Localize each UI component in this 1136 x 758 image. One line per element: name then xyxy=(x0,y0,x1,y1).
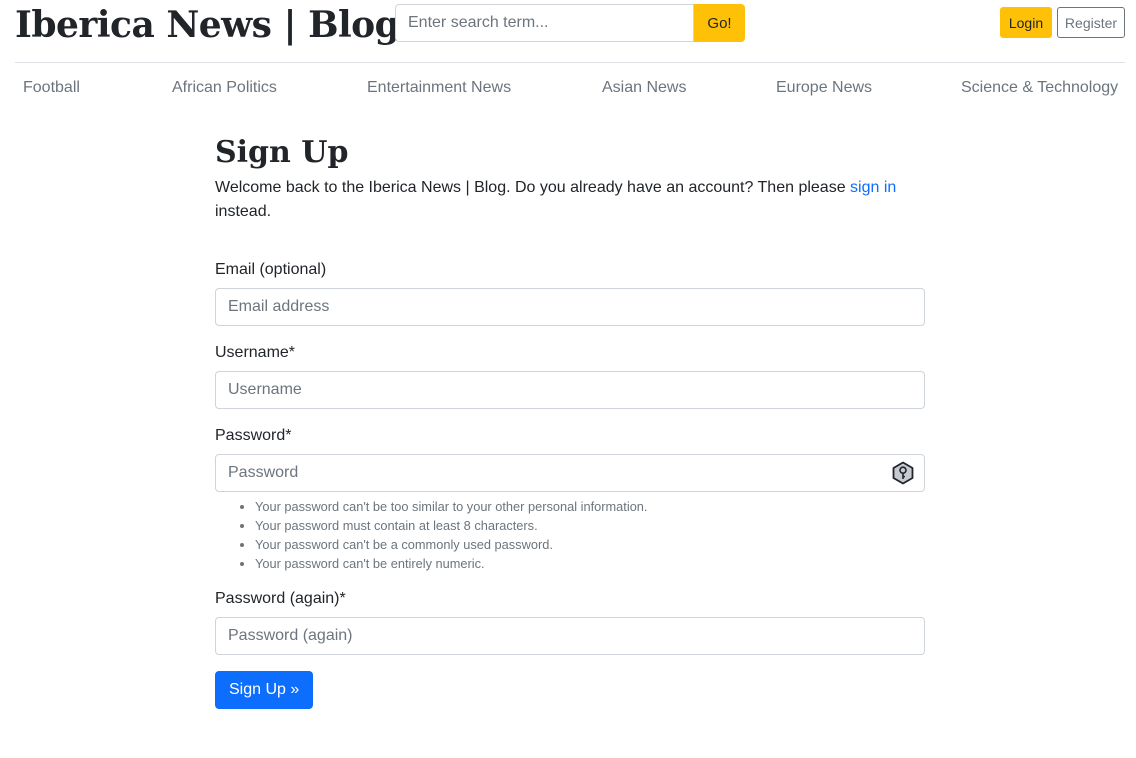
search-go-button[interactable]: Go! xyxy=(694,4,745,42)
register-button[interactable]: Register xyxy=(1057,7,1125,38)
nav-link-football[interactable]: Football xyxy=(23,76,80,100)
username-group: Username* xyxy=(215,341,925,409)
password-manager-key-icon[interactable] xyxy=(891,461,915,485)
nav-link-african-politics[interactable]: African Politics xyxy=(172,76,277,100)
password-label: Password* xyxy=(215,427,292,444)
password-field-wrap xyxy=(215,454,925,492)
nav-link-europe-news[interactable]: Europe News xyxy=(776,76,872,100)
site-brand[interactable]: Iberica News | Blog xyxy=(15,4,400,46)
password-help-item: Your password can't be a commonly used p… xyxy=(255,535,925,554)
signup-form: Email (optional) Username* Password* xyxy=(215,258,925,709)
email-label: Email (optional) xyxy=(215,261,327,278)
search-form: Go! xyxy=(395,4,745,42)
intro-text-main: Welcome back to the Iberica News | Blog.… xyxy=(215,179,851,196)
username-field[interactable] xyxy=(215,371,925,409)
password-field[interactable] xyxy=(215,454,925,492)
search-input[interactable] xyxy=(395,4,694,42)
password-help-item: Your password can't be too similar to yo… xyxy=(255,497,925,516)
header-divider xyxy=(15,62,1125,63)
password-again-field-wrap xyxy=(215,617,925,655)
email-group: Email (optional) xyxy=(215,258,925,326)
page-title: Sign Up xyxy=(215,135,349,170)
sign-up-button[interactable]: Sign Up » xyxy=(215,671,314,709)
nav-link-entertainment-news[interactable]: Entertainment News xyxy=(367,76,511,100)
sign-in-link[interactable]: sign in xyxy=(850,179,896,196)
password-help-item: Your password must contain at least 8 ch… xyxy=(255,516,925,535)
email-field-wrap xyxy=(215,288,925,326)
password-group: Password* Your password can't be too sim… xyxy=(215,424,925,573)
signup-section: Sign Up Welcome back to the Iberica News… xyxy=(215,134,925,709)
login-button[interactable]: Login xyxy=(1000,7,1052,38)
password-help-list: Your password can't be too similar to yo… xyxy=(215,497,925,573)
username-label: Username* xyxy=(215,344,296,361)
password-help-item: Your password can't be entirely numeric. xyxy=(255,554,925,573)
password-again-group: Password (again)* xyxy=(215,587,925,655)
nav-link-asian-news[interactable]: Asian News xyxy=(602,76,686,100)
email-field[interactable] xyxy=(215,288,925,326)
intro-text-suffix: instead. xyxy=(215,203,272,220)
intro-text: Welcome back to the Iberica News | Blog.… xyxy=(215,176,925,224)
username-field-wrap xyxy=(215,371,925,409)
password-again-field[interactable] xyxy=(215,617,925,655)
password-again-label: Password (again)* xyxy=(215,590,346,607)
category-nav: Football African Politics Entertainment … xyxy=(15,76,1125,100)
nav-link-science-technology[interactable]: Science & Technology xyxy=(961,76,1118,100)
